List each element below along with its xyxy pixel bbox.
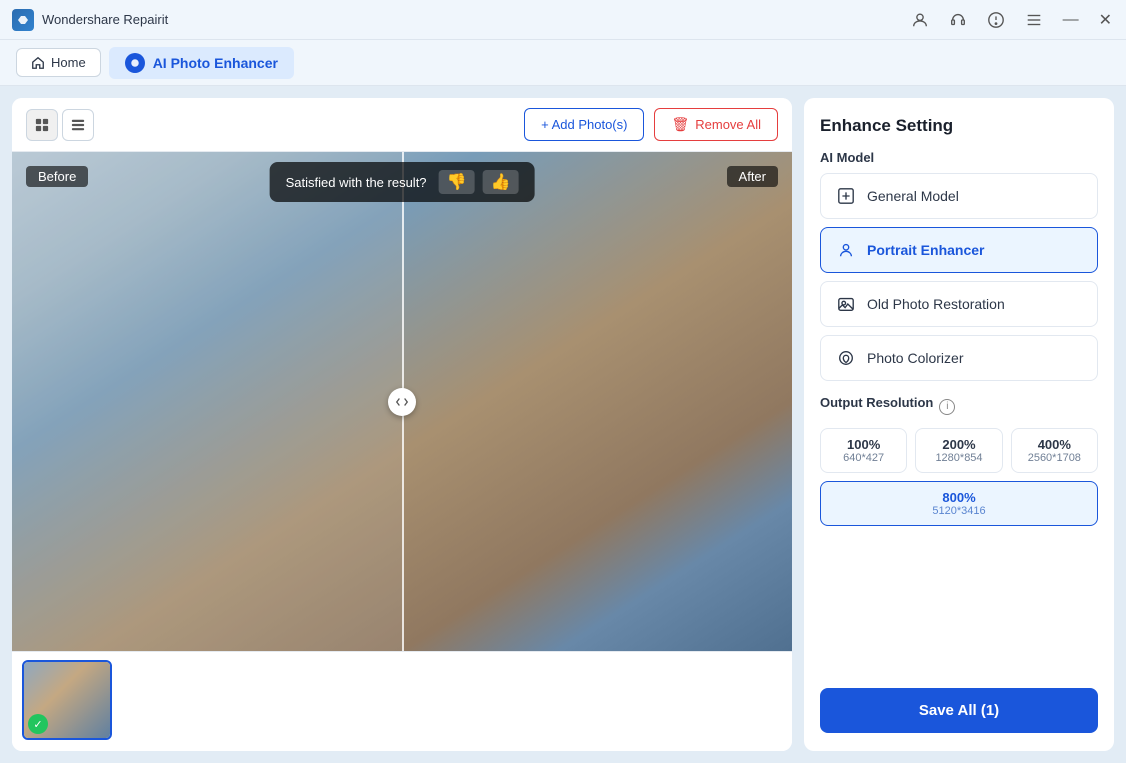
res-100-dim: 640*427 — [825, 452, 902, 464]
output-resolution-label: Output Resolution — [820, 395, 933, 410]
res-400-pct: 400% — [1016, 437, 1093, 452]
main-content: + Add Photo(s) 🗑 Remove All Before After… — [0, 86, 1126, 763]
output-resolution-section: Output Resolution i 100% 640*427 200% 12… — [820, 395, 1098, 526]
res-100-pct: 100% — [825, 437, 902, 452]
old-photo-restoration-label: Old Photo Restoration — [867, 296, 1005, 312]
ai-photo-enhancer-tab[interactable]: AI Photo Enhancer — [109, 47, 294, 79]
nav-bar: Home AI Photo Enhancer — [0, 40, 1126, 86]
minimize-button[interactable]: — — [1061, 9, 1081, 31]
add-photos-label: + Add Photo(s) — [541, 117, 627, 132]
old-photo-icon — [835, 293, 857, 315]
home-nav-label: Home — [51, 55, 86, 70]
thumbnail-item[interactable]: ✓ — [22, 660, 112, 740]
portrait-enhancer-label: Portrait Enhancer — [867, 242, 984, 258]
model-old-photo[interactable]: Old Photo Restoration — [820, 281, 1098, 327]
panel-title: Enhance Setting — [820, 116, 1098, 136]
res-100-button[interactable]: 100% 640*427 — [820, 428, 907, 473]
add-photos-button[interactable]: + Add Photo(s) — [524, 108, 644, 141]
portrait-enhancer-icon — [835, 239, 857, 261]
remove-all-button[interactable]: 🗑 Remove All — [654, 108, 778, 141]
info-icon[interactable]: i — [939, 399, 955, 415]
general-model-label: General Model — [867, 188, 959, 204]
model-general[interactable]: General Model — [820, 173, 1098, 219]
after-label: After — [727, 166, 778, 187]
title-bar-controls: — ✕ — [909, 8, 1114, 32]
grid-view-button[interactable] — [26, 109, 58, 141]
model-colorizer[interactable]: Photo Colorizer — [820, 335, 1098, 381]
comparison-handle[interactable] — [388, 388, 416, 416]
thumb-down-button[interactable]: 👎 — [439, 170, 475, 194]
remove-all-label: Remove All — [695, 117, 761, 132]
home-nav-button[interactable]: Home — [16, 48, 101, 77]
menu-button[interactable] — [1023, 9, 1045, 31]
res-200-pct: 200% — [920, 437, 997, 452]
res-200-button[interactable]: 200% 1280*854 — [915, 428, 1002, 473]
resolution-grid: 100% 640*427 200% 1280*854 400% 2560*170… — [820, 428, 1098, 473]
res-800-dim: 5120*3416 — [825, 505, 1093, 517]
model-portrait[interactable]: Portrait Enhancer — [820, 227, 1098, 273]
app-icon — [12, 9, 34, 31]
thumbnail-strip: ✓ — [12, 651, 792, 751]
list-view-button[interactable] — [62, 109, 94, 141]
res-400-button[interactable]: 400% 2560*1708 — [1011, 428, 1098, 473]
enhance-settings-panel: Enhance Setting AI Model General Model — [804, 98, 1114, 751]
toolbar-actions: + Add Photo(s) 🗑 Remove All — [524, 108, 778, 141]
tab-icon — [125, 53, 145, 73]
feedback-button[interactable] — [985, 9, 1007, 31]
res-800-button[interactable]: 800% 5120*3416 — [820, 481, 1098, 526]
trash-icon: 🗑 — [671, 116, 689, 133]
satisfaction-bar: Satisfied with the result? 👎 👍 — [270, 162, 535, 202]
satisfaction-text: Satisfied with the result? — [286, 175, 427, 190]
thumbnail-check-icon: ✓ — [28, 714, 48, 734]
save-all-button[interactable]: Save All (1) — [820, 688, 1098, 733]
tab-label: AI Photo Enhancer — [153, 55, 278, 71]
thumb-up-button[interactable]: 👍 — [482, 170, 518, 194]
res-800-pct: 800% — [825, 490, 1093, 505]
left-panel: + Add Photo(s) 🗑 Remove All Before After… — [12, 98, 792, 751]
satisfaction-buttons: 👎 👍 — [439, 170, 519, 194]
toolbar: + Add Photo(s) 🗑 Remove All — [12, 98, 792, 152]
res-400-dim: 2560*1708 — [1016, 452, 1093, 464]
account-button[interactable] — [909, 9, 931, 31]
ai-model-label: AI Model — [820, 150, 1098, 165]
res-200-dim: 1280*854 — [920, 452, 997, 464]
title-bar: Wondershare Repairit — ✕ — [0, 0, 1126, 40]
output-resolution-label-row: Output Resolution i — [820, 395, 1098, 418]
image-comparison-area: Before After Satisfied with the result? … — [12, 152, 792, 651]
headset-button[interactable] — [947, 9, 969, 31]
photo-colorizer-label: Photo Colorizer — [867, 350, 964, 366]
app-title: Wondershare Repairit — [42, 12, 168, 27]
ai-model-section: AI Model General Model Portrait Enhancer — [820, 150, 1098, 381]
title-bar-left: Wondershare Repairit — [12, 9, 168, 31]
view-controls — [26, 109, 94, 141]
close-button[interactable]: ✕ — [1097, 8, 1114, 32]
general-model-icon — [835, 185, 857, 207]
before-label: Before — [26, 166, 88, 187]
photo-colorizer-icon — [835, 347, 857, 369]
